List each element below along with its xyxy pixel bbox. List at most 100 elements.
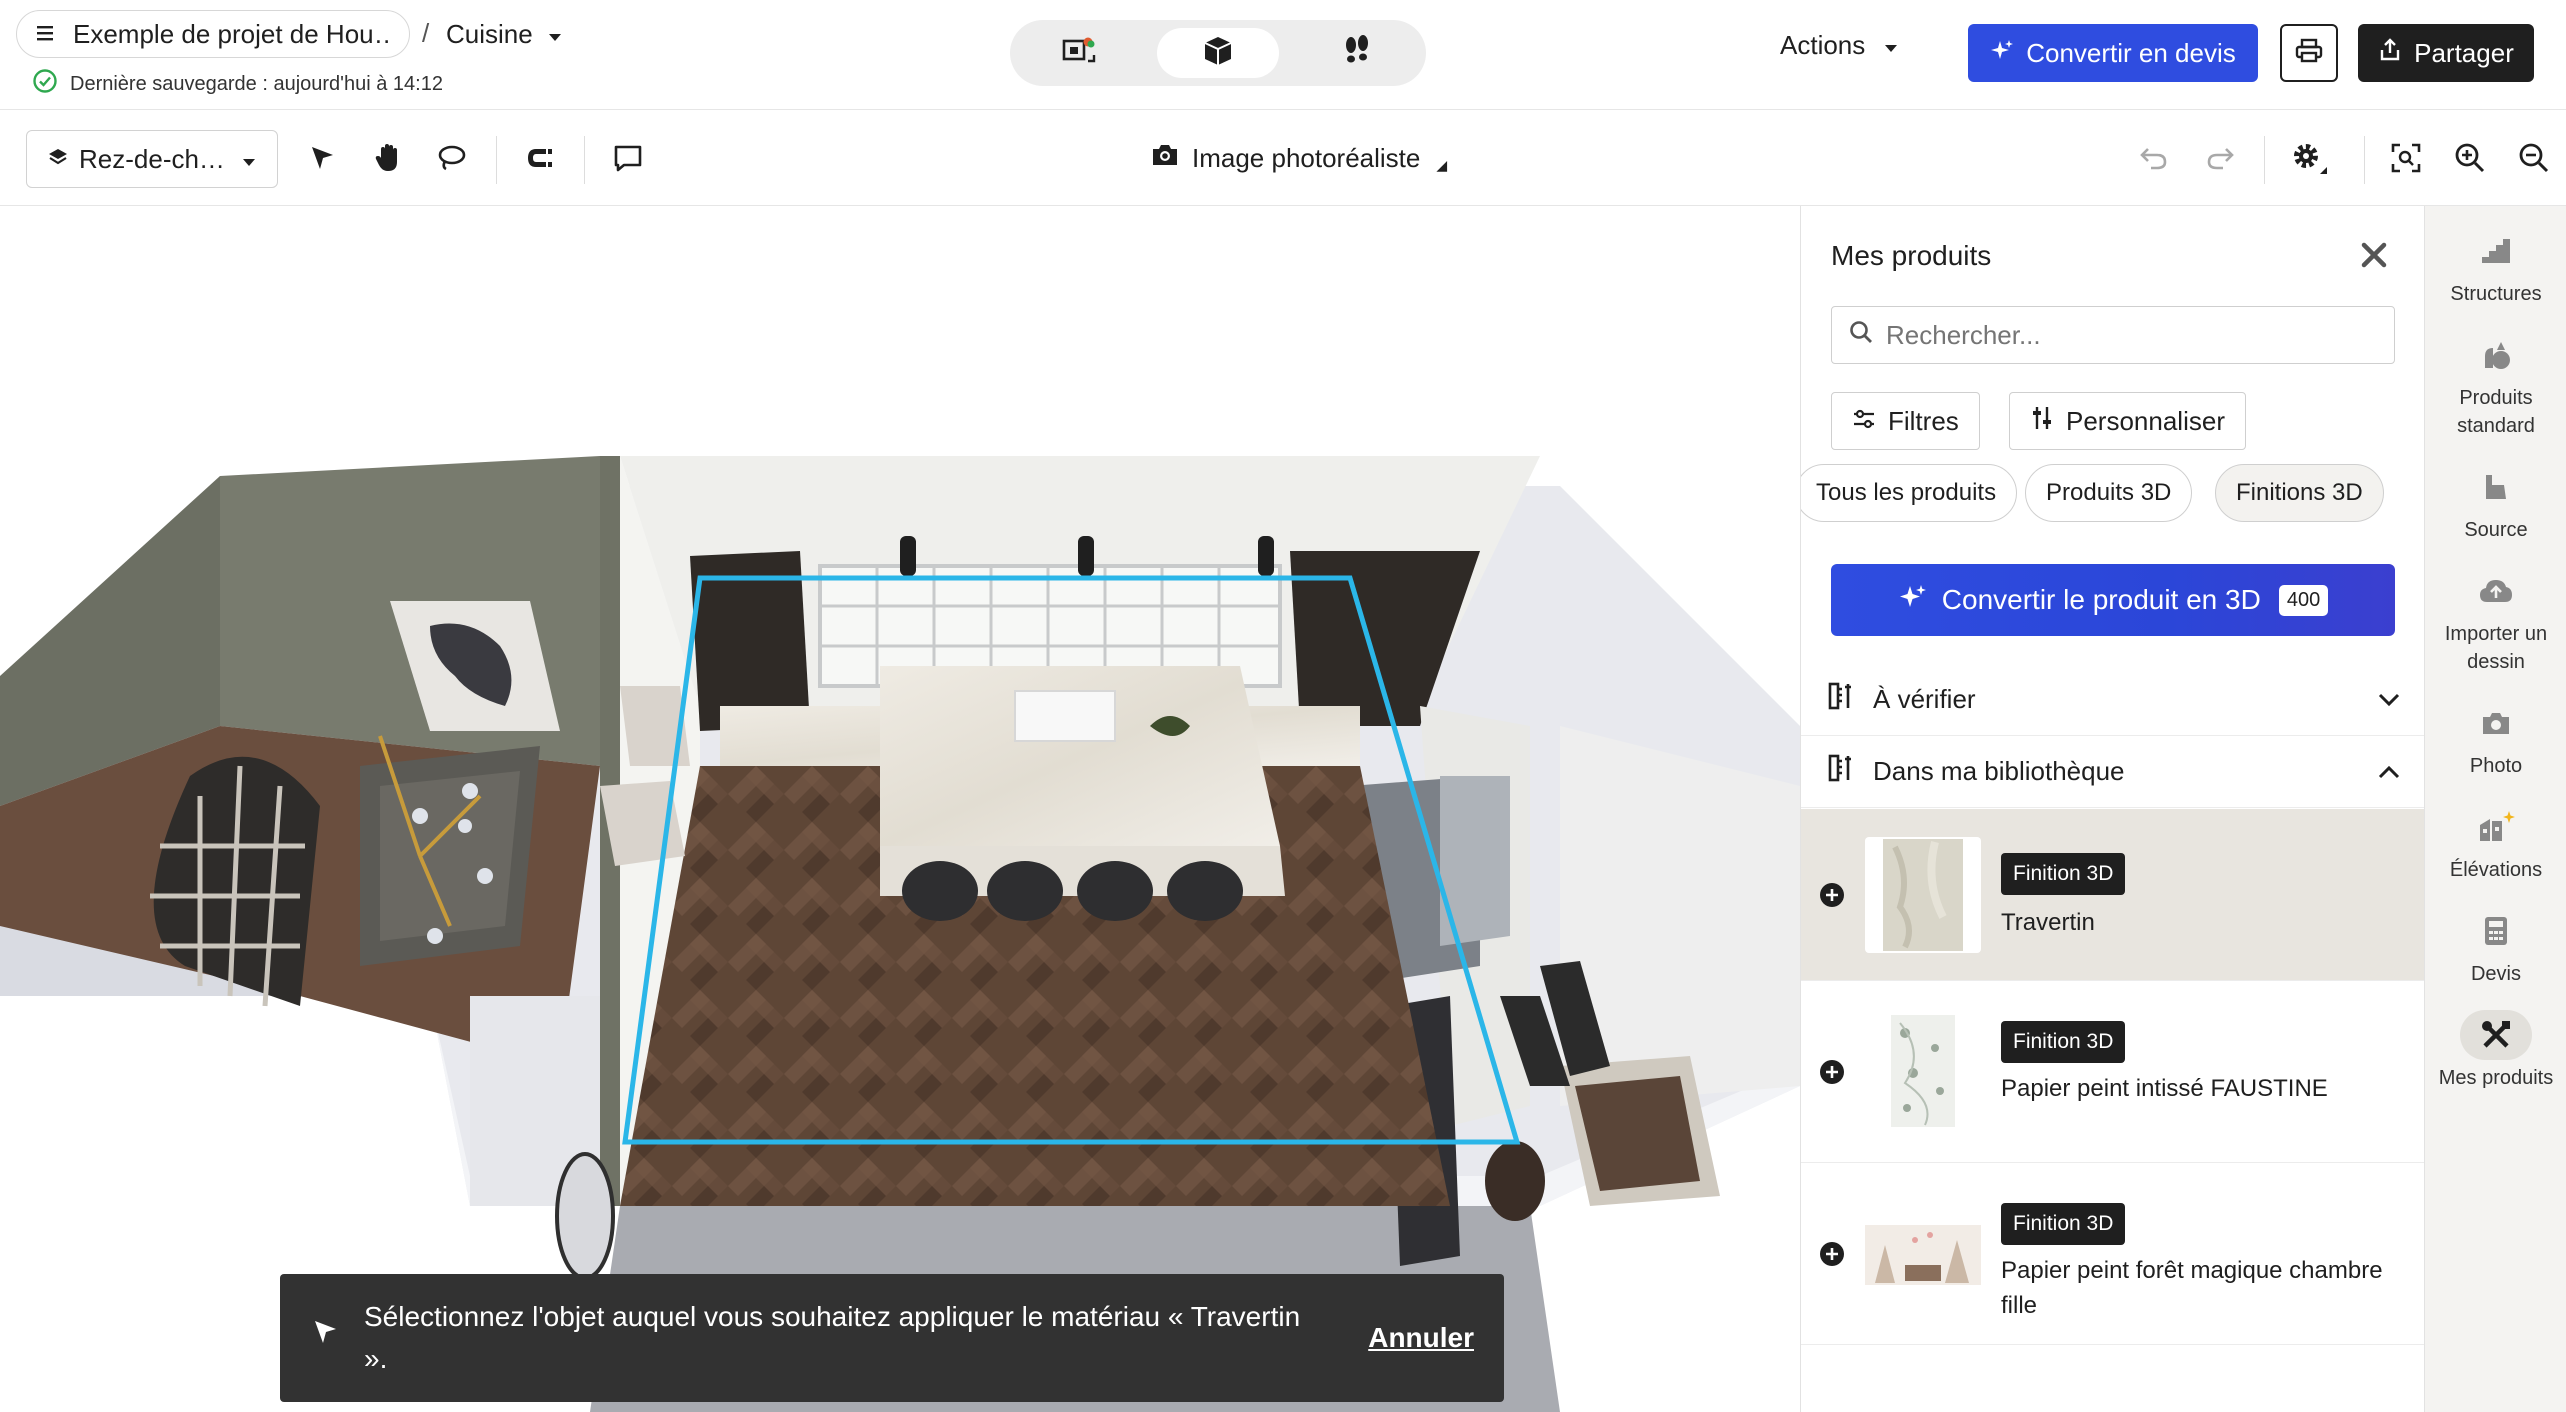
render-mode-label: Image photoréaliste bbox=[1192, 143, 1421, 173]
close-icon bbox=[2357, 242, 2391, 276]
camera-icon bbox=[2460, 698, 2532, 748]
lasso-tool[interactable] bbox=[430, 138, 474, 182]
customize-label: Personnaliser bbox=[2066, 405, 2225, 436]
library-item-foret-magique[interactable]: Finition 3D Papier peint forêt magique c… bbox=[1801, 1163, 2424, 1345]
fit-view-button[interactable] bbox=[2384, 138, 2428, 182]
zoom-in-icon bbox=[2454, 142, 2486, 179]
settings-button[interactable] bbox=[2288, 138, 2332, 182]
zoom-in-button[interactable] bbox=[2448, 138, 2492, 182]
tools-icon bbox=[2460, 1010, 2532, 1060]
chip-3d-products[interactable]: Produits 3D bbox=[2025, 464, 2193, 522]
pan-tool[interactable] bbox=[366, 138, 410, 182]
add-circle-icon[interactable] bbox=[1819, 1241, 1845, 1267]
rail-item-photo[interactable]: Photo bbox=[2425, 698, 2566, 780]
project-name: Exemple de projet de Hou… bbox=[73, 18, 391, 49]
focus-icon bbox=[2390, 142, 2422, 179]
check-circle-icon bbox=[32, 68, 58, 100]
zoom-out-button[interactable] bbox=[2512, 138, 2556, 182]
select-tool[interactable] bbox=[300, 138, 344, 182]
3d-viewport[interactable]: Sélectionnez l'objet auquel vous souhait… bbox=[0, 206, 1800, 1412]
editor-toolbar: Rez-de-ch… Image photoréaliste ◢ bbox=[0, 110, 2566, 206]
section-to-verify[interactable]: À vérifier bbox=[1801, 664, 2424, 736]
rail-label: Élévations bbox=[2449, 859, 2543, 881]
item-name: Travertin bbox=[2001, 909, 2095, 936]
sliders-icon bbox=[1852, 406, 1876, 437]
travertin-thumbnail bbox=[1865, 837, 1981, 953]
add-circle-icon[interactable] bbox=[1819, 882, 1845, 908]
project-menu-button[interactable]: Exemple de projet de Hou… bbox=[16, 10, 410, 58]
share-icon bbox=[2378, 37, 2402, 69]
hand-icon bbox=[373, 142, 403, 179]
item-type-badge: Finition 3D bbox=[2001, 1203, 2126, 1245]
magnet-tool[interactable] bbox=[518, 138, 562, 182]
kitchen-3d-render[interactable] bbox=[0, 206, 1800, 1412]
rail-item-my-products[interactable]: Mes produits bbox=[2425, 1010, 2566, 1092]
convert-to-quote-label: Convertir en devis bbox=[2026, 37, 2236, 68]
view-3d-button[interactable] bbox=[1157, 28, 1279, 78]
rail-label: Devis bbox=[2470, 963, 2521, 985]
credit-cost-badge: 400 bbox=[2278, 584, 2329, 616]
convert-product-3d-button[interactable]: Convertir le produit en 3D 400 bbox=[1831, 564, 2395, 636]
redo-button[interactable] bbox=[2198, 138, 2242, 182]
item-name: Papier peint intissé FAUSTINE bbox=[2001, 1075, 2328, 1102]
section-title: Dans ma bibliothèque bbox=[1873, 756, 2125, 786]
redo-icon bbox=[2205, 145, 2235, 176]
save-status-text: Dernière sauvegarde : aujourd'hui à 14:1… bbox=[70, 72, 443, 95]
library-item-travertin[interactable]: Finition 3D Travertin bbox=[1801, 809, 2424, 981]
room-selector[interactable]: Cuisine bbox=[446, 12, 563, 56]
rail-item-standard-products[interactable]: Produits standard bbox=[2425, 330, 2566, 440]
search-input[interactable] bbox=[1886, 319, 2366, 351]
ruler-icon bbox=[1827, 753, 1857, 790]
filters-button[interactable]: Filtres bbox=[1831, 392, 1980, 450]
comment-icon bbox=[612, 143, 644, 178]
toast-cancel-link[interactable]: Annuler bbox=[1368, 1317, 1474, 1359]
chip-3d-finishes[interactable]: Finitions 3D bbox=[2215, 464, 2384, 522]
rail-item-structures[interactable]: Structures bbox=[2425, 226, 2566, 308]
caret-down-icon bbox=[1883, 30, 1899, 61]
magnet-icon bbox=[524, 144, 556, 177]
pointer-icon bbox=[310, 1317, 340, 1359]
calculator-icon bbox=[2460, 906, 2532, 956]
corner-indicator-icon: ◢ bbox=[1436, 157, 1448, 173]
material-apply-toast: Sélectionnez l'objet auquel vous souhait… bbox=[280, 1274, 1504, 1402]
products-icon bbox=[2460, 330, 2532, 380]
section-title: À vérifier bbox=[1873, 684, 1976, 714]
comment-tool[interactable] bbox=[606, 138, 650, 182]
customize-button[interactable]: Personnaliser bbox=[2009, 392, 2246, 450]
rail-label: Importer un dessin bbox=[2444, 623, 2548, 673]
search-field[interactable] bbox=[1831, 306, 2395, 364]
add-circle-icon[interactable] bbox=[1819, 1059, 1845, 1085]
print-button[interactable] bbox=[2280, 24, 2338, 82]
zoom-out-icon bbox=[2518, 142, 2550, 179]
stairs-icon bbox=[2460, 226, 2532, 276]
cube-icon bbox=[1201, 34, 1235, 73]
library-item-faustine[interactable]: Finition 3D Papier peint intissé FAUSTIN… bbox=[1801, 981, 2424, 1163]
plan-view-icon bbox=[1058, 33, 1100, 74]
rail-item-source[interactable]: Source bbox=[2425, 462, 2566, 544]
photorealistic-render-button[interactable]: Image photoréaliste ◢ bbox=[1150, 142, 1447, 175]
vertical-sliders-icon bbox=[2030, 405, 2054, 438]
view-mode-toggle bbox=[1010, 20, 1426, 86]
view-walk-button[interactable] bbox=[1296, 28, 1418, 78]
level-selector[interactable]: Rez-de-ch… bbox=[26, 130, 278, 188]
undo-button[interactable] bbox=[2132, 138, 2176, 182]
share-button[interactable]: Partager bbox=[2358, 24, 2534, 82]
convert-to-quote-button[interactable]: Convertir en devis bbox=[1968, 24, 2258, 82]
top-bar: Exemple de projet de Hou… / Cuisine Dern… bbox=[0, 0, 2566, 110]
panel-title: Mes produits bbox=[1831, 240, 1992, 271]
close-panel-button[interactable] bbox=[2357, 238, 2391, 277]
rail-item-quote[interactable]: Devis bbox=[2425, 906, 2566, 988]
convert-product-3d-label: Convertir le produit en 3D bbox=[1941, 584, 2261, 615]
rail-label: Structures bbox=[2450, 283, 2542, 305]
chip-all-products[interactable]: Tous les produits bbox=[1801, 464, 2018, 522]
actions-label: Actions bbox=[1780, 30, 1866, 60]
item-name: Papier peint forêt magique chambre fille bbox=[2001, 1257, 2383, 1319]
actions-menu-button[interactable]: Actions bbox=[1780, 30, 1899, 61]
rail-item-import-drawing[interactable]: Importer un dessin bbox=[2425, 566, 2566, 676]
pointer-icon bbox=[307, 143, 337, 178]
section-my-library[interactable]: Dans ma bibliothèque bbox=[1801, 736, 2424, 808]
view-2d-3d-button[interactable] bbox=[1018, 28, 1140, 78]
save-status: Dernière sauvegarde : aujourd'hui à 14:1… bbox=[32, 68, 443, 100]
rail-item-elevations[interactable]: Élévations bbox=[2425, 802, 2566, 884]
room-name: Cuisine bbox=[446, 18, 533, 49]
